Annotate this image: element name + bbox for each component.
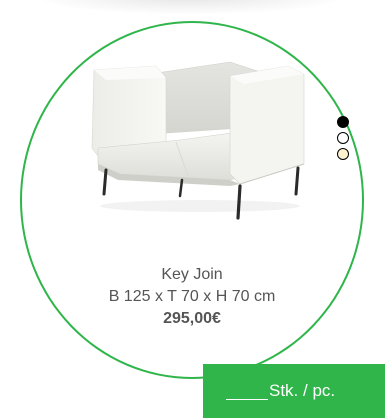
quantity-input-line[interactable] bbox=[226, 383, 268, 400]
top-shadow bbox=[40, 0, 340, 14]
color-swatch-cream[interactable] bbox=[337, 148, 349, 160]
product-dimensions: B 125 x T 70 x H 70 cm bbox=[108, 288, 276, 305]
sofa-image bbox=[91, 61, 305, 220]
product-price: 295,00€ bbox=[163, 310, 221, 327]
color-swatch-list bbox=[337, 116, 351, 164]
product-name: Key Join bbox=[161, 266, 223, 283]
color-swatch-black[interactable] bbox=[337, 116, 349, 128]
quantity-unit-label: Stk. / pc. bbox=[269, 381, 336, 400]
quantity-field[interactable]: Stk. / pc. bbox=[203, 364, 385, 418]
product-info: Key Join B 125 x T 70 x H 70 cm 295,00€ bbox=[40, 264, 344, 330]
product-card: Key Join B 125 x T 70 x H 70 cm 295,00€ … bbox=[0, 0, 385, 418]
color-swatch-white[interactable] bbox=[337, 132, 349, 144]
